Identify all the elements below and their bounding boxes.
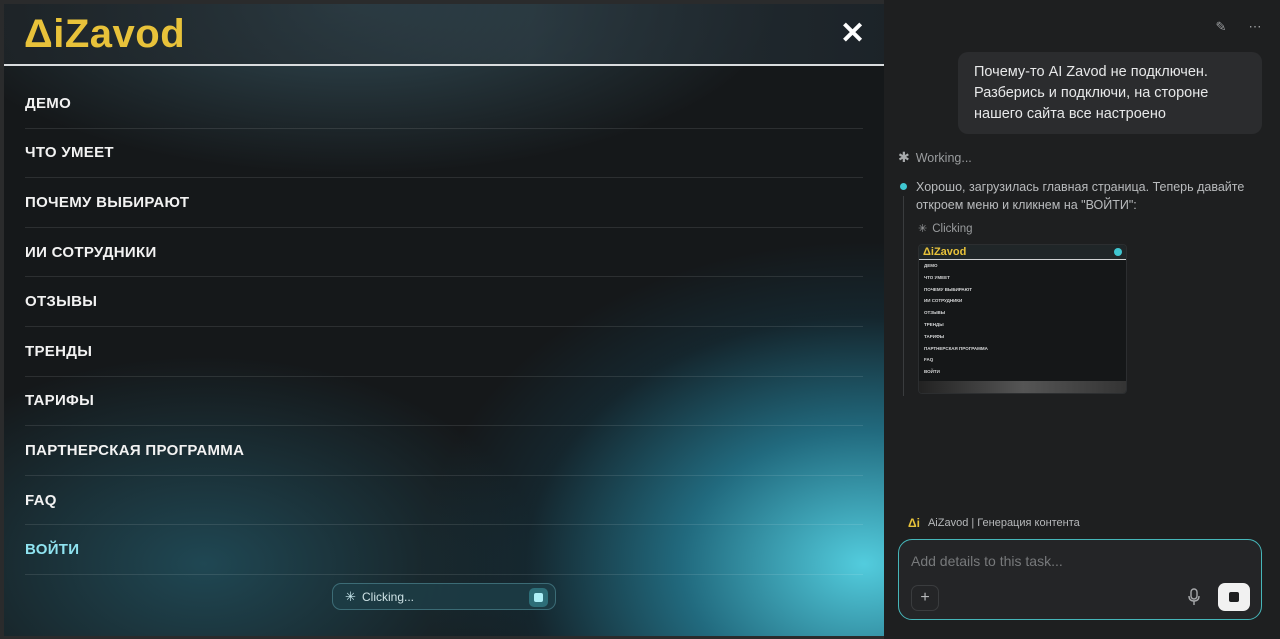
edit-icon[interactable]: ✎ bbox=[1214, 20, 1228, 34]
step-line bbox=[903, 196, 904, 396]
menu-item-label: ТАРИФЫ bbox=[25, 392, 95, 410]
menu-item-demo[interactable]: ДЕМО bbox=[25, 79, 863, 129]
menu-item-partners[interactable]: ПАРТНЕРСКАЯ ПРОГРАММА bbox=[25, 426, 863, 476]
thumbnail-menu-item: ТРЕНДЫ bbox=[924, 321, 944, 327]
clicking-label: Clicking bbox=[932, 222, 973, 235]
site-logo[interactable]: ΔiZavod bbox=[24, 12, 185, 57]
sparkle-icon: ✳ bbox=[918, 223, 928, 235]
agent-panel: ✎ ⋯ Почему-то AI Zavod не подключен. Раз… bbox=[884, 0, 1280, 639]
sparkle-icon: ✳ bbox=[345, 589, 356, 604]
step-dot bbox=[900, 183, 907, 190]
menu-item-label: ИИ СОТРУДНИКИ bbox=[25, 243, 157, 261]
thumbnail-footer bbox=[919, 381, 1126, 393]
thumbnail-menu-item: ПОЧЕМУ ВЫБИРАЮТ bbox=[924, 286, 972, 292]
thumbnail-menu-item: ЧТО УМЕЕТ bbox=[924, 274, 950, 280]
menu-item-ai-staff[interactable]: ИИ СОТРУДНИКИ bbox=[25, 228, 863, 278]
menu-item-faq[interactable]: FAQ bbox=[25, 476, 863, 526]
close-menu-icon[interactable]: ✕ bbox=[840, 19, 865, 49]
app-window: ΔiZavod ✕ ДЕМО ЧТО УМЕЕТ ПОЧЕМУ ВЫБИРАЮТ… bbox=[0, 0, 1280, 639]
menu-item-trends[interactable]: ТРЕНДЫ bbox=[25, 327, 863, 377]
menu-item-label: ПАРТНЕРСКАЯ ПРОГРАММА bbox=[25, 441, 245, 459]
site-header: ΔiZavod ✕ bbox=[4, 4, 884, 66]
panel-toolbar: ✎ ⋯ bbox=[1214, 20, 1262, 34]
stop-icon[interactable] bbox=[529, 588, 548, 607]
bug-icon: ✱ bbox=[898, 149, 910, 165]
menu-item-label: ЧТО УМЕЕТ bbox=[25, 144, 114, 162]
mic-icon[interactable] bbox=[1187, 588, 1201, 606]
website-view: ΔiZavod ✕ ДЕМО ЧТО УМЕЕТ ПОЧЕМУ ВЫБИРАЮТ… bbox=[4, 4, 884, 636]
task-details-input[interactable] bbox=[911, 550, 1241, 572]
thumbnail-logo: ΔiZavod bbox=[923, 246, 967, 258]
thumbnail-menu-item: ИИ СОТРУДНИКИ bbox=[924, 298, 963, 304]
thumbnail-menu-item: ПАРТНЕРСКАЯ ПРОГРАММА bbox=[924, 345, 988, 351]
user-message: Почему-то AI Zavod не подключен. Разбери… bbox=[958, 52, 1262, 134]
working-label: Working... bbox=[915, 150, 972, 165]
screenshot-thumbnail[interactable]: ΔiZavod ДЕМО ЧТО УМЕЕТ ПОЧЕМУ ВЫБИРАЮТ И… bbox=[918, 244, 1127, 394]
thumbnail-menu-item: ДЕМО bbox=[924, 263, 938, 268]
working-indicator: ✱ Working... bbox=[898, 149, 972, 166]
menu-item-label: ДЕМО bbox=[25, 94, 72, 112]
stop-button[interactable] bbox=[1218, 583, 1250, 611]
menu-item-label: ОТЗЫВЫ bbox=[25, 293, 98, 311]
thumbnail-menu-item: ВОЙТИ bbox=[924, 369, 940, 375]
agent-status-pill: ✳ Clicking... bbox=[332, 583, 556, 610]
menu-item-why-us[interactable]: ПОЧЕМУ ВЫБИРАЮТ bbox=[25, 178, 863, 228]
thumbnail-cursor-dot bbox=[1114, 248, 1122, 256]
task-composer: + bbox=[898, 539, 1262, 620]
menu-item-features[interactable]: ЧТО УМЕЕТ bbox=[25, 129, 863, 179]
context-chip[interactable]: Δi AiZavod | Генерация контента bbox=[900, 508, 1261, 538]
more-icon[interactable]: ⋯ bbox=[1248, 20, 1262, 34]
menu-item-reviews[interactable]: ОТЗЫВЫ bbox=[25, 277, 863, 327]
menu-item-pricing[interactable]: ТАРИФЫ bbox=[25, 377, 863, 427]
thumbnail-menu-item: ОТЗЫВЫ bbox=[924, 310, 946, 316]
menu-item-login[interactable]: ВОЙТИ bbox=[25, 525, 863, 575]
clicking-indicator: ✳ Clicking bbox=[918, 222, 973, 236]
site-menu: ДЕМО ЧТО УМЕЕТ ПОЧЕМУ ВЫБИРАЮТ ИИ СОТРУД… bbox=[25, 79, 863, 575]
thumbnail-menu-item: FAQ bbox=[924, 357, 934, 363]
status-text: Clicking... bbox=[362, 590, 415, 604]
menu-item-label: ПОЧЕМУ ВЫБИРАЮТ bbox=[25, 193, 190, 211]
user-message-text: Почему-то AI Zavod не подключен. Разбери… bbox=[974, 64, 1209, 122]
context-label: AiZavod | Генерация контента bbox=[927, 517, 1080, 529]
menu-item-label: ВОЙТИ bbox=[25, 541, 80, 559]
thumbnail-header: ΔiZavod bbox=[919, 245, 1126, 260]
step-text: Хорошо, загрузилась главная страница. Те… bbox=[916, 180, 1245, 212]
menu-item-label: ТРЕНДЫ bbox=[25, 342, 93, 360]
context-logo: Δi bbox=[908, 516, 920, 530]
thumbnail-menu-item: ТАРИФЫ bbox=[924, 333, 945, 339]
menu-item-label: FAQ bbox=[25, 491, 57, 509]
plus-icon[interactable]: + bbox=[911, 585, 939, 611]
agent-step: Хорошо, загрузилась главная страница. Те… bbox=[900, 178, 1270, 396]
